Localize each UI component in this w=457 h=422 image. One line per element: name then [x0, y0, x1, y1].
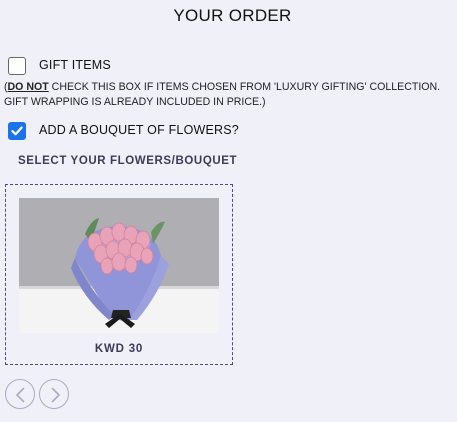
gift-items-checkbox[interactable]: [8, 57, 26, 75]
gift-items-label[interactable]: GIFT ITEMS: [39, 58, 111, 72]
chevron-right-icon: [51, 387, 60, 403]
carousel-next-button[interactable]: [39, 379, 69, 409]
gift-note-emphasis: DO NOT: [7, 81, 49, 93]
chevron-left-icon: [16, 387, 25, 403]
gift-items-note: (DO NOT CHECK THIS BOX IF ITEMS CHOSEN F…: [4, 80, 456, 110]
checkmark-icon: [11, 126, 23, 136]
carousel-prev-button[interactable]: [5, 379, 35, 409]
product-card[interactable]: KWD 30: [5, 184, 233, 365]
gift-note-text: CHECK THIS BOX IF ITEMS CHOSEN FROM 'LUX…: [4, 81, 441, 108]
product-price: KWD 30: [94, 343, 144, 355]
bouquet-label[interactable]: ADD A BOUQUET OF FLOWERS?: [39, 123, 239, 137]
flowers-section-heading: SELECT YOUR FLOWERS/BOUQUET: [18, 155, 238, 167]
bouquet-checkbox[interactable]: [8, 122, 26, 140]
page-title: YOUR ORDER: [173, 6, 292, 25]
bouquet-image: [19, 198, 219, 333]
